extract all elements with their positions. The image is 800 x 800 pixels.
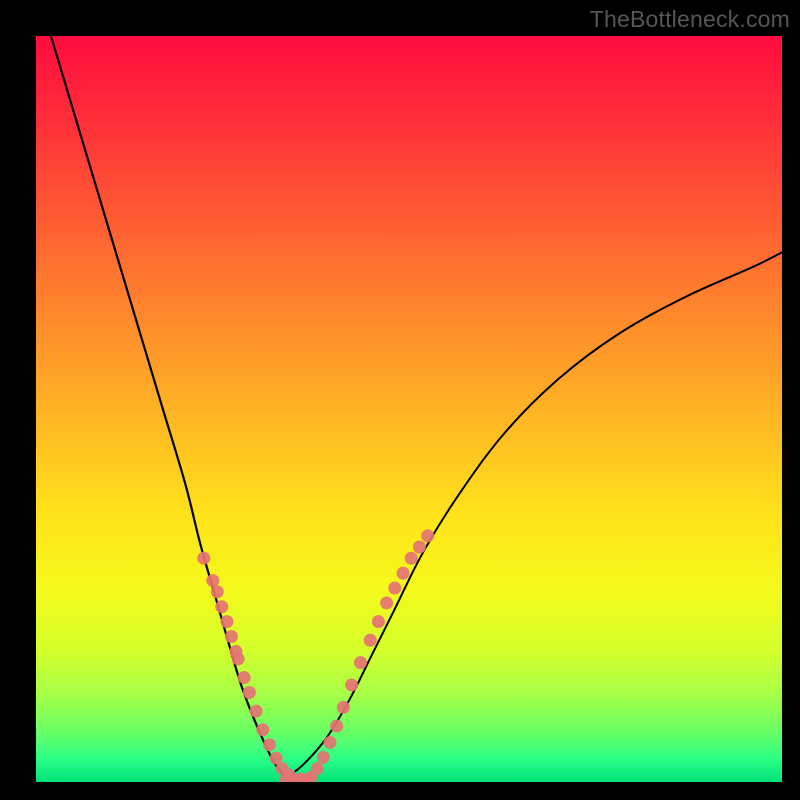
- plot-area: [36, 36, 782, 782]
- watermark-text: TheBottleneck.com: [590, 6, 790, 33]
- bottom-beads: [279, 774, 316, 782]
- curve-layer: [36, 36, 782, 782]
- chart-frame: TheBottleneck.com: [0, 0, 800, 800]
- left-curve: [51, 36, 286, 778]
- left-beads: [197, 552, 307, 782]
- right-curve: [286, 252, 782, 778]
